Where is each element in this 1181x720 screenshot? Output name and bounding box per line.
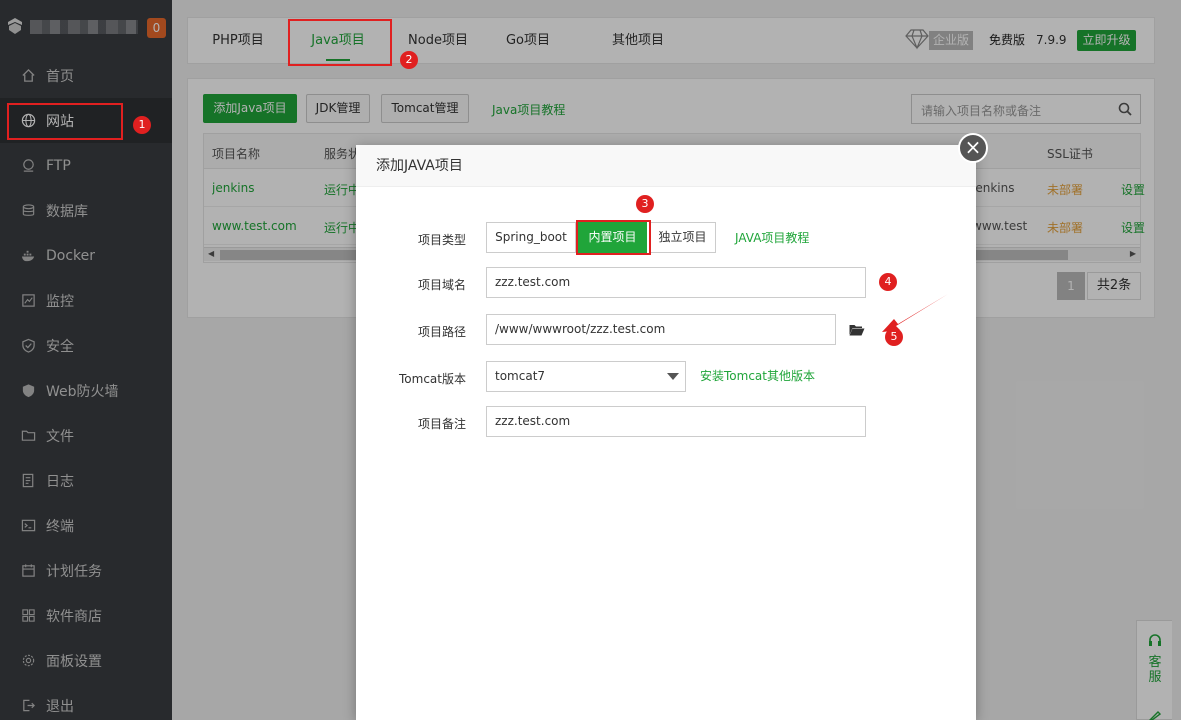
tomcat-version-label: Tomcat版本	[399, 372, 466, 386]
type-spring-boot-button[interactable]: Spring_boot	[486, 222, 576, 253]
project-domain-label: 项目域名	[417, 278, 466, 292]
annotation-box-java-tab	[288, 19, 392, 66]
annotation-badge: 1	[133, 116, 151, 134]
dialog-title: 添加JAVA项目	[356, 145, 976, 187]
annotation-badge: 2	[400, 51, 418, 69]
project-type-label: 项目类型	[417, 233, 466, 247]
open-folder-icon[interactable]	[849, 323, 865, 337]
install-tomcat-link[interactable]: 安装Tomcat其他版本	[700, 367, 815, 384]
add-java-project-dialog: 添加JAVA项目 项目类型 Spring_boot 内置项目 独立项目 JAVA…	[356, 145, 976, 720]
annotation-badge: 5	[885, 328, 903, 346]
chevron-down-icon	[667, 373, 679, 380]
annotation-badge: 4	[879, 273, 897, 291]
project-path-label: 项目路径	[417, 325, 466, 339]
type-standalone-button[interactable]: 独立项目	[649, 222, 716, 253]
project-path-input[interactable]: /www/wwwroot/zzz.test.com	[486, 314, 836, 345]
close-dialog-button[interactable]: ×	[958, 133, 988, 163]
tomcat-version-select[interactable]: tomcat7	[486, 361, 686, 392]
annotation-badge: 3	[636, 195, 654, 213]
java-project-tutorial-link[interactable]: JAVA项目教程	[735, 229, 809, 246]
project-remark-input[interactable]: zzz.test.com	[486, 406, 866, 437]
tomcat-version-value: tomcat7	[495, 369, 546, 383]
project-domain-input[interactable]: zzz.test.com	[486, 267, 866, 298]
project-remark-label: 项目备注	[417, 417, 466, 431]
annotation-box-builtin	[576, 220, 651, 255]
annotation-box-website	[7, 103, 123, 140]
